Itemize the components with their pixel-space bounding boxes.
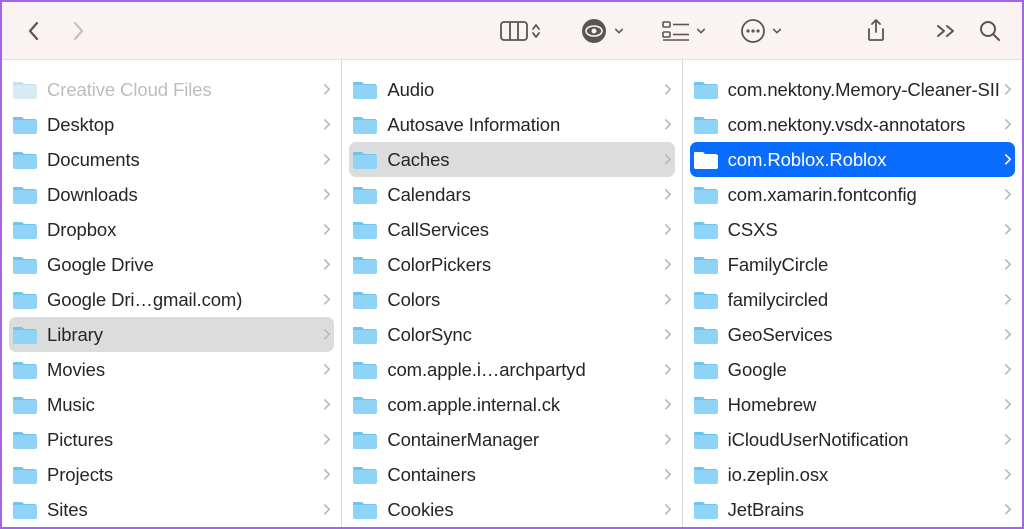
list-item[interactable]: Desktop (2, 107, 341, 142)
folder-label: com.apple.i…archpartyd (387, 359, 659, 381)
list-item[interactable]: Pictures (2, 422, 341, 457)
folder-label: Downloads (47, 184, 319, 206)
folder-label: ColorPickers (387, 254, 659, 276)
list-item[interactable]: ColorPickers (342, 247, 681, 282)
list-item[interactable]: CallServices (342, 212, 681, 247)
list-item[interactable]: Cookies (342, 492, 681, 527)
list-item[interactable]: com.apple.internal.ck (342, 387, 681, 422)
view-switcher[interactable] (500, 21, 542, 41)
folder-label: Google Dri…gmail.com) (47, 289, 319, 311)
search-button[interactable] (972, 13, 1008, 49)
list-item[interactable]: com.nektony.Memory-Cleaner-SII (683, 72, 1022, 107)
folder-label: FamilyCircle (728, 254, 1000, 276)
list-item[interactable]: Audio (342, 72, 681, 107)
folder-label: JetBrains (728, 499, 1000, 521)
folder-label: CallServices (387, 219, 659, 241)
folder-label: Projects (47, 464, 319, 486)
column-browser: Creative Cloud Files Desktop Documents Down… (2, 60, 1022, 527)
share-button[interactable] (858, 13, 894, 49)
list-item[interactable]: Library (9, 317, 334, 352)
folder-label: GeoServices (728, 324, 1000, 346)
list-item[interactable]: ColorSync (342, 317, 681, 352)
list-item[interactable]: Google Dri…gmail.com) (2, 282, 341, 317)
folder-label: com.apple.internal.ck (387, 394, 659, 416)
folder-label: Autosave Information (387, 114, 659, 136)
folder-label: Colors (387, 289, 659, 311)
folder-label: Sites (47, 499, 319, 521)
list-item[interactable]: Projects (2, 457, 341, 492)
list-item[interactable]: CSXS (683, 212, 1022, 247)
folder-label: Cookies (387, 499, 659, 521)
list-item[interactable]: com.Roblox.Roblox (690, 142, 1015, 177)
list-item[interactable]: Movies (2, 352, 341, 387)
folder-label: Caches (387, 149, 659, 171)
list-item[interactable]: Autosave Information (342, 107, 681, 142)
list-item[interactable]: Downloads (2, 177, 341, 212)
list-item[interactable]: Creative Cloud Files (2, 72, 341, 107)
folder-label: com.nektony.vsdx-annotators (728, 114, 1000, 136)
list-item[interactable]: Music (2, 387, 341, 422)
folder-label: Dropbox (47, 219, 319, 241)
folder-label: Creative Cloud Files (47, 79, 319, 101)
group-button[interactable] (662, 20, 706, 42)
folder-label: ContainerManager (387, 429, 659, 451)
list-item[interactable]: com.apple.i…archpartyd (342, 352, 681, 387)
folder-label: com.nektony.Memory-Cleaner-SII (728, 79, 1000, 101)
folder-label: familycircled (728, 289, 1000, 311)
list-item[interactable]: Containers (342, 457, 681, 492)
list-item[interactable]: com.nektony.vsdx-annotators (683, 107, 1022, 142)
column-1[interactable]: Audio Autosave Information Caches Calendars… (342, 60, 682, 527)
list-item[interactable]: GeoServices (683, 317, 1022, 352)
list-item[interactable]: FamilyCircle (683, 247, 1022, 282)
folder-label: Google (728, 359, 1000, 381)
folder-label: Audio (387, 79, 659, 101)
folder-label: Homebrew (728, 394, 1000, 416)
column-2[interactable]: com.nektony.Memory-Cleaner-SII com.nekton… (683, 60, 1022, 527)
finder-window: Creative Cloud Files Desktop Documents Down… (0, 0, 1024, 529)
list-item[interactable]: Homebrew (683, 387, 1022, 422)
back-button[interactable] (16, 13, 52, 49)
folder-label: Desktop (47, 114, 319, 136)
list-item[interactable]: Google Drive (2, 247, 341, 282)
more-button[interactable] (740, 18, 782, 44)
folder-label: Movies (47, 359, 319, 381)
folder-label: Calendars (387, 184, 659, 206)
preview-button[interactable] (580, 17, 624, 45)
folder-label: CSXS (728, 219, 1000, 241)
folder-label: com.xamarin.fontconfig (728, 184, 1000, 206)
list-item[interactable]: JetBrains (683, 492, 1022, 527)
list-item[interactable]: Dropbox (2, 212, 341, 247)
folder-label: com.Roblox.Roblox (728, 149, 1000, 171)
list-item[interactable]: Caches (349, 142, 674, 177)
folder-label: Documents (47, 149, 319, 171)
folder-label: Containers (387, 464, 659, 486)
list-item[interactable]: Documents (2, 142, 341, 177)
folder-label: iCloudUserNotification (728, 429, 1000, 451)
list-item[interactable]: io.zeplin.osx (683, 457, 1022, 492)
list-item[interactable]: Calendars (342, 177, 681, 212)
toolbar (2, 2, 1022, 60)
list-item[interactable]: Google (683, 352, 1022, 387)
list-item[interactable]: ContainerManager (342, 422, 681, 457)
folder-label: Google Drive (47, 254, 319, 276)
column-0[interactable]: Creative Cloud Files Desktop Documents Down… (2, 60, 342, 527)
folder-label: ColorSync (387, 324, 659, 346)
list-item[interactable]: com.xamarin.fontconfig (683, 177, 1022, 212)
folder-label: Library (47, 324, 319, 346)
folder-label: Music (47, 394, 319, 416)
folder-label: Pictures (47, 429, 319, 451)
list-item[interactable]: iCloudUserNotification (683, 422, 1022, 457)
list-item[interactable]: Sites (2, 492, 341, 527)
folder-label: io.zeplin.osx (728, 464, 1000, 486)
forward-button[interactable] (60, 13, 96, 49)
overflow-button[interactable] (928, 13, 964, 49)
list-item[interactable]: familycircled (683, 282, 1022, 317)
list-item[interactable]: Colors (342, 282, 681, 317)
